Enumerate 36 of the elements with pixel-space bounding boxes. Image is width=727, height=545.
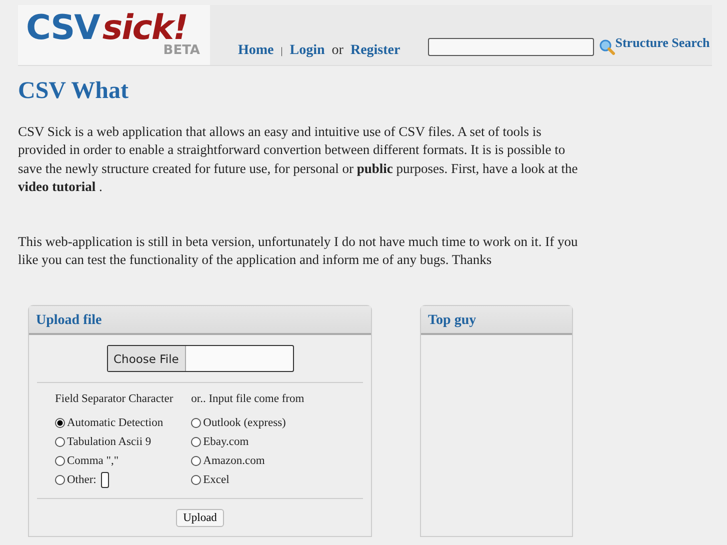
panel-header: Upload file <box>29 306 371 336</box>
option-label: Excel <box>203 474 230 486</box>
page-title: CSV What <box>18 78 130 105</box>
search-icon <box>599 39 616 55</box>
option-label: Comma "," <box>67 454 119 467</box>
radio-button[interactable] <box>191 418 202 428</box>
group-heading: Field Separator Character <box>55 393 174 406</box>
search-field[interactable] <box>428 38 594 56</box>
radio-button[interactable] <box>55 456 65 466</box>
radio-button[interactable] <box>191 436 202 447</box>
radio-button[interactable] <box>55 474 65 485</box>
search-button[interactable]: Structure Search <box>599 31 710 55</box>
paragraph: This web-application is still in beta version, unfortunately I do not have much time to work on it. If you like you can test the functionality of the application and inform me of any bugs. Thanks <box>18 232 578 270</box>
nav-text: or <box>332 43 344 59</box>
option-label: Ebay.com <box>203 436 249 448</box>
panel-header: Top guy <box>421 306 572 336</box>
group-heading: or.. Input file come from <box>191 393 304 406</box>
option-label: Automatic Detection <box>67 416 164 429</box>
input-field[interactable] <box>101 472 110 488</box>
nav-link[interactable]: Home <box>238 43 274 59</box>
radio-button[interactable] <box>191 474 202 485</box>
option-label: Tabulation Ascii 9 <box>67 436 152 448</box>
option-label: Other: <box>67 474 96 486</box>
upload-button[interactable]: Upload <box>176 509 224 528</box>
option-label: Outlook (express) <box>203 416 286 429</box>
radio-button[interactable] <box>55 436 65 447</box>
choose-file-button[interactable]: Choose File <box>108 346 186 372</box>
radio-button[interactable] <box>55 418 65 428</box>
nav-separator: | <box>280 46 283 57</box>
radio-button[interactable] <box>191 456 202 466</box>
nav-link[interactable]: Login <box>290 43 325 59</box>
logo-text: CSV <box>26 8 100 48</box>
file-input[interactable]: Choose File <box>106 345 294 372</box>
option-label: Amazon.com <box>203 454 265 467</box>
nav-link[interactable]: Register <box>350 43 400 59</box>
paragraph: CSV Sick is a web application that allows an easy and intuitive use of CSV files. A set of tools is provided in order to enable a straightforward convertion between different formats. It is is possible to save the newly structure created for future use, for personal or public purposes. First, have a look at the video tutorial . <box>18 123 578 196</box>
